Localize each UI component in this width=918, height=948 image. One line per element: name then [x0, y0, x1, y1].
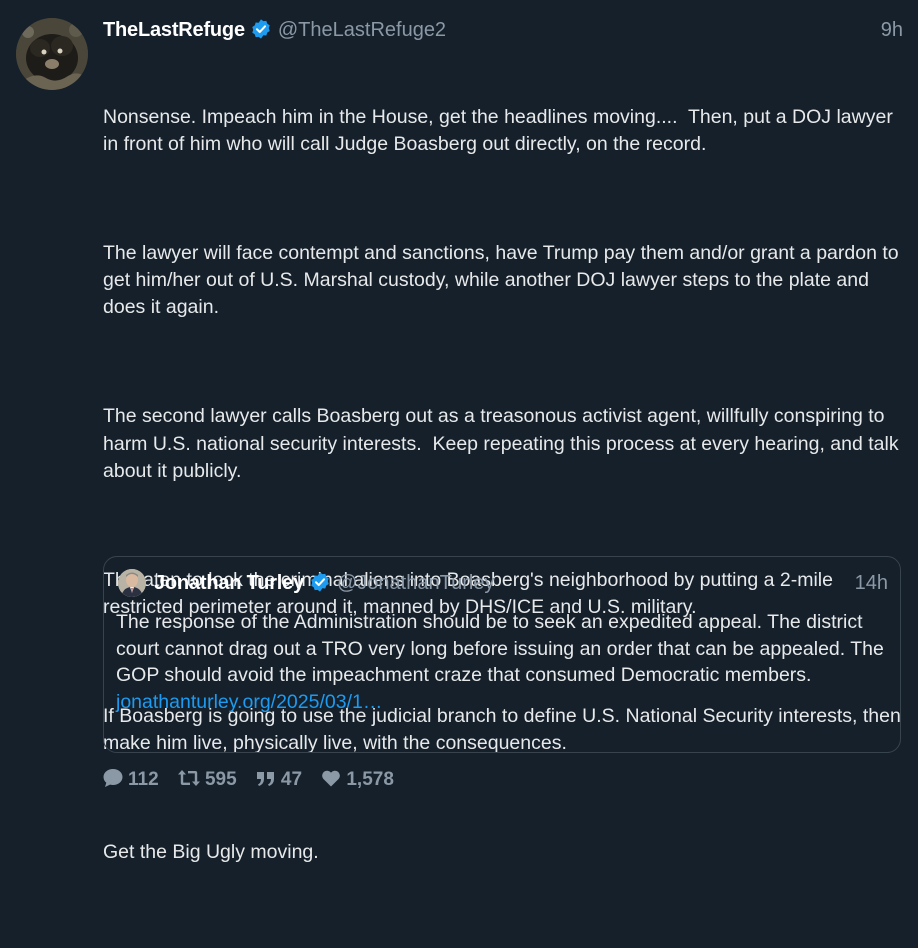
verified-badge-icon: [311, 572, 329, 592]
tweet-paragraph: The lawyer will face contempt and sancti…: [103, 241, 905, 319]
tweet-card: TheLastRefuge @TheLastRefuge2 9h Nonsens…: [0, 0, 918, 863]
reply-count: 112: [128, 769, 159, 790]
quoted-tweet-timestamp[interactable]: 14h: [855, 569, 888, 597]
quoted-author-handle[interactable]: @JonathanTurley: [337, 572, 494, 594]
quote-icon: [256, 772, 274, 786]
quoted-tweet-header: Jonathan Turley @JonathanTurley 14h: [154, 569, 890, 597]
retweet-count: 595: [204, 769, 237, 790]
quoted-author-avatar[interactable]: [118, 569, 146, 597]
quote-count: 47: [280, 769, 303, 790]
like-count: 1,578: [346, 769, 394, 790]
tweet-timestamp[interactable]: 9h: [881, 16, 903, 44]
author-display-name[interactable]: TheLastRefuge: [103, 19, 245, 41]
retweet-icon: [177, 770, 200, 786]
reply-button[interactable]: 112: [102, 767, 159, 793]
author-avatar[interactable]: [16, 18, 88, 90]
quoted-author-display-name[interactable]: Jonathan Turley: [154, 572, 304, 594]
retweet-button[interactable]: 595: [177, 767, 237, 793]
quoted-tweet-body: The response of the Administration shoul…: [116, 611, 884, 687]
quoted-tweet-text: The response of the Administration shoul…: [116, 609, 886, 715]
quoted-tweet[interactable]: Jonathan Turley @JonathanTurley 14h The …: [103, 556, 901, 753]
tweet-paragraph: Get the Big Ugly moving.: [103, 841, 319, 864]
author-handle[interactable]: @TheLastRefuge2: [278, 19, 446, 41]
quote-tweet-button[interactable]: 47: [255, 767, 302, 793]
heart-icon: [322, 770, 341, 787]
tweet-text: Nonsense. Impeach him in the House, get …: [103, 49, 903, 948]
reply-icon: [103, 769, 123, 787]
tweet-header: TheLastRefuge @TheLastRefuge2 9h: [103, 16, 903, 44]
tweet-actions: 112 595 47 1,578: [102, 767, 407, 793]
quoted-tweet-link[interactable]: jonathanturley.org/2025/03/1…: [116, 689, 886, 716]
tweet-paragraph: Nonsense. Impeach him in the House, get …: [103, 105, 899, 155]
tweet-paragraph: The second lawyer calls Boasberg out as …: [103, 405, 904, 482]
avatar-image: [16, 18, 88, 90]
verified-badge-icon: [252, 19, 270, 39]
quoted-avatar-image: [118, 569, 146, 597]
like-button[interactable]: 1,578: [320, 767, 394, 793]
